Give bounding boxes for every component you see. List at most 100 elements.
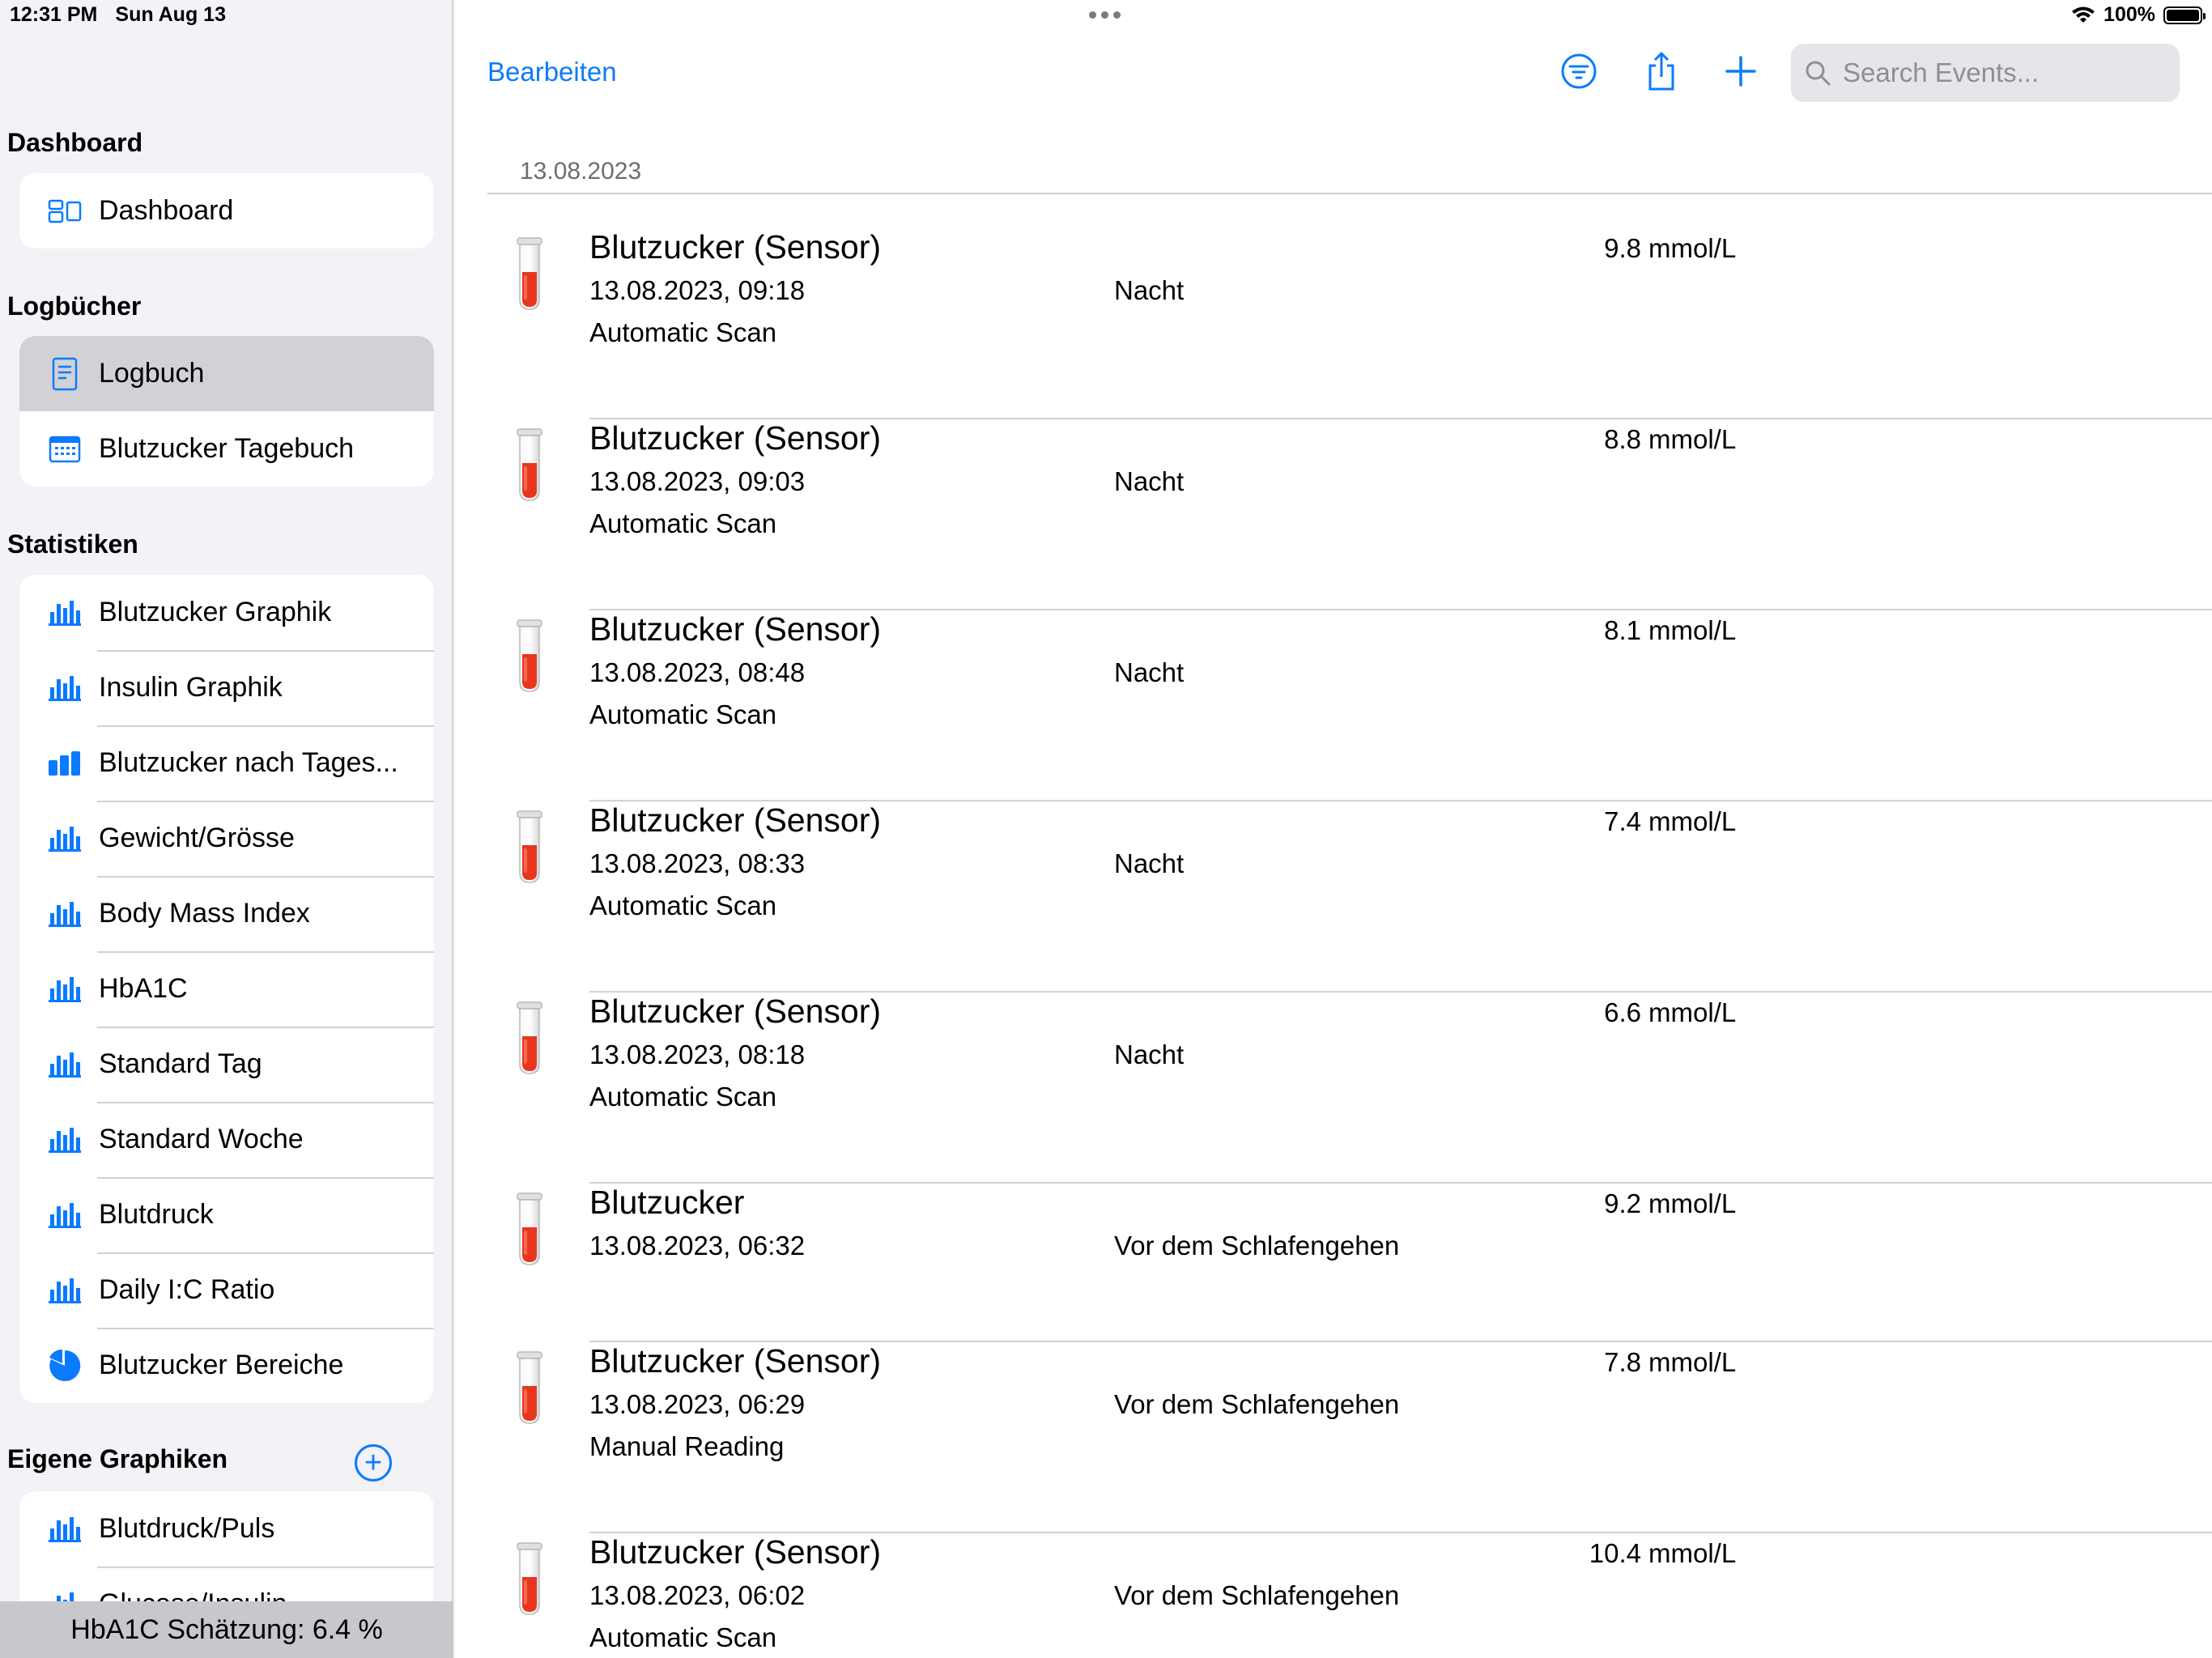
search-icon — [1806, 61, 1831, 86]
sidebar-item-label: Standard Woche — [99, 1124, 304, 1154]
event-datetime: 13.08.2023, 09:18 — [589, 275, 806, 305]
event-title: Blutzucker (Sensor) — [589, 1533, 882, 1571]
sidebar-item[interactable]: Standard Woche — [19, 1102, 434, 1177]
event-datetime: 13.08.2023, 08:33 — [589, 848, 806, 878]
plus-icon — [1725, 56, 1756, 87]
event-value: 6.6 — [1604, 997, 1641, 1027]
event-datetime: 13.08.2023, 06:32 — [589, 1231, 806, 1261]
event-source: Automatic Scan — [589, 317, 777, 347]
event-value: 10.4 — [1589, 1538, 1641, 1568]
bar-chart-icon — [47, 821, 83, 857]
sidebar-item-label: Blutdruck — [99, 1199, 214, 1230]
event-row[interactable]: Blutzucker (Sensor) 13.08.2023, 06:02 Auto… — [487, 1533, 2212, 1658]
event-title: Blutzucker — [589, 1184, 745, 1221]
sidebar-item[interactable]: Daily I:C Ratio — [19, 1252, 434, 1328]
event-source: Automatic Scan — [589, 1622, 777, 1652]
event-title: Blutzucker (Sensor) — [589, 610, 882, 648]
bar-chart-icon — [47, 1122, 83, 1158]
event-period: Nacht — [1114, 848, 1185, 878]
event-row[interactable]: Blutzucker (Sensor) 13.08.2023, 08:18 Auto… — [487, 993, 2212, 1184]
test-tube-icon — [516, 619, 543, 693]
filter-button[interactable] — [1556, 47, 1602, 96]
add-event-button[interactable] — [1718, 47, 1763, 96]
event-row[interactable]: Blutzucker (Sensor) 13.08.2023, 09:18 Auto… — [487, 228, 2212, 419]
sidebar-item-label: Blutzucker Bereiche — [99, 1350, 344, 1380]
sidebar-item[interactable]: Gewicht/Grösse — [19, 801, 434, 876]
event-title: Blutzucker (Sensor) — [589, 801, 882, 839]
event-row[interactable]: Blutzucker (Sensor) 13.08.2023, 08:33 Auto… — [487, 801, 2212, 993]
sidebar-item[interactable]: Standard Tag — [19, 1027, 434, 1102]
bar-chart-icon — [47, 1047, 83, 1082]
divider — [487, 193, 2212, 194]
share-icon — [1648, 51, 1674, 91]
sidebar-item[interactable]: Body Mass Index — [19, 876, 434, 951]
event-row[interactable]: Blutzucker (Sensor) 13.08.2023, 08:48 Auto… — [487, 610, 2212, 801]
event-row[interactable]: Blutzucker 13.08.2023, 06:32 Vor dem Schla… — [487, 1184, 2212, 1342]
add-custom-graph-button[interactable]: + — [355, 1444, 392, 1482]
status-right: 100% — [2071, 3, 2206, 27]
event-datetime: 13.08.2023, 09:03 — [589, 466, 806, 496]
event-period: Vor dem Schlafengehen — [1114, 1231, 1400, 1261]
sidebar-item[interactable]: HbA1C — [19, 951, 434, 1027]
bar-chart-icon — [47, 971, 83, 1007]
bar-chart-icon — [47, 670, 83, 706]
sidebar-item-dashboard[interactable]: Dashboard — [19, 173, 434, 249]
logbooks-group: Logbuch Blutzucker Tagebuch — [19, 336, 434, 487]
statistics-group: Blutzucker Graphik Insulin Graphik Blutzuc… — [19, 575, 434, 1403]
status-time: 12:31 PM — [10, 3, 98, 26]
event-unit: mmol/L — [1648, 1347, 1737, 1377]
battery-icon — [2163, 6, 2206, 24]
event-unit: mmol/L — [1648, 615, 1737, 645]
event-period: Nacht — [1114, 657, 1185, 687]
sidebar-item[interactable]: Blutzucker nach Tages... — [19, 725, 434, 801]
bar-chart-icon — [47, 1273, 83, 1308]
section-header-statistics: Statistiken — [7, 529, 138, 559]
sidebar-item[interactable]: Insulin Graphik — [19, 650, 434, 725]
event-unit: mmol/L — [1648, 806, 1737, 836]
sidebar: Dashboard Dashboard Logbücher Logbuch Bl… — [0, 0, 453, 1658]
event-source: Automatic Scan — [589, 1082, 777, 1112]
test-tube-icon — [516, 1541, 543, 1616]
event-period: Nacht — [1114, 466, 1185, 496]
sidebar-item[interactable]: Blutdruck/Puls — [19, 1491, 434, 1567]
event-row[interactable]: Blutzucker (Sensor) 13.08.2023, 09:03 Auto… — [487, 419, 2212, 610]
event-source: Automatic Scan — [589, 508, 777, 538]
pie-chart-icon — [47, 1348, 83, 1384]
event-title: Blutzucker (Sensor) — [589, 993, 882, 1030]
sidebar-item-label: Dashboard — [99, 195, 234, 226]
main-content: Bearbeiten Search Events... 13.08.2023 B… — [455, 0, 2212, 1658]
event-datetime: 13.08.2023, 06:02 — [589, 1580, 806, 1610]
sidebar-item-label: Standard Tag — [99, 1048, 262, 1079]
event-value: 7.4 — [1604, 806, 1641, 836]
section-header-logbooks: Logbücher — [7, 291, 142, 321]
sidebar-item-label: Daily I:C Ratio — [99, 1274, 275, 1305]
sidebar-item-label: Blutzucker nach Tages... — [99, 747, 398, 778]
bar-chart-icon — [47, 896, 83, 932]
event-unit: mmol/L — [1648, 1538, 1737, 1568]
battery-percent: 100% — [2104, 3, 2155, 26]
sidebar-item[interactable]: Blutdruck — [19, 1177, 434, 1252]
search-input[interactable]: Search Events... — [1791, 44, 2180, 102]
sidebar-item-blutzucker-tagebuch[interactable]: Blutzucker Tagebuch — [19, 411, 434, 487]
event-unit: mmol/L — [1648, 997, 1737, 1027]
sidebar-item-label: Gewicht/Grösse — [99, 823, 295, 853]
search-placeholder: Search Events... — [1843, 57, 2040, 87]
event-row[interactable]: Blutzucker (Sensor) 13.08.2023, 06:29 Manu… — [487, 1342, 2212, 1533]
test-tube-icon — [516, 1350, 543, 1425]
event-unit: mmol/L — [1648, 1188, 1737, 1218]
sidebar-item-label: Blutzucker Tagebuch — [99, 433, 355, 464]
event-source: Manual Reading — [589, 1431, 785, 1461]
wifi-icon — [2072, 6, 2095, 23]
sidebar-item-logbuch[interactable]: Logbuch — [19, 336, 434, 411]
multitasking-dots-icon[interactable] — [1089, 11, 1121, 19]
sidebar-item[interactable]: Blutzucker Graphik — [19, 575, 434, 650]
bar-chart-icon — [47, 1511, 83, 1547]
sidebar-item-label: HbA1C — [99, 973, 188, 1004]
share-button[interactable] — [1639, 47, 1684, 96]
hba1c-estimate: HbA1C Schätzung: 6.4 % — [0, 1601, 453, 1658]
event-title: Blutzucker (Sensor) — [589, 228, 882, 266]
sidebar-item[interactable]: Blutzucker Bereiche — [19, 1328, 434, 1403]
status-left: 12:31 PM Sun Aug 13 — [10, 3, 226, 27]
event-unit: mmol/L — [1648, 424, 1737, 454]
status-bar: 12:31 PM Sun Aug 13 100% — [0, 0, 2212, 32]
